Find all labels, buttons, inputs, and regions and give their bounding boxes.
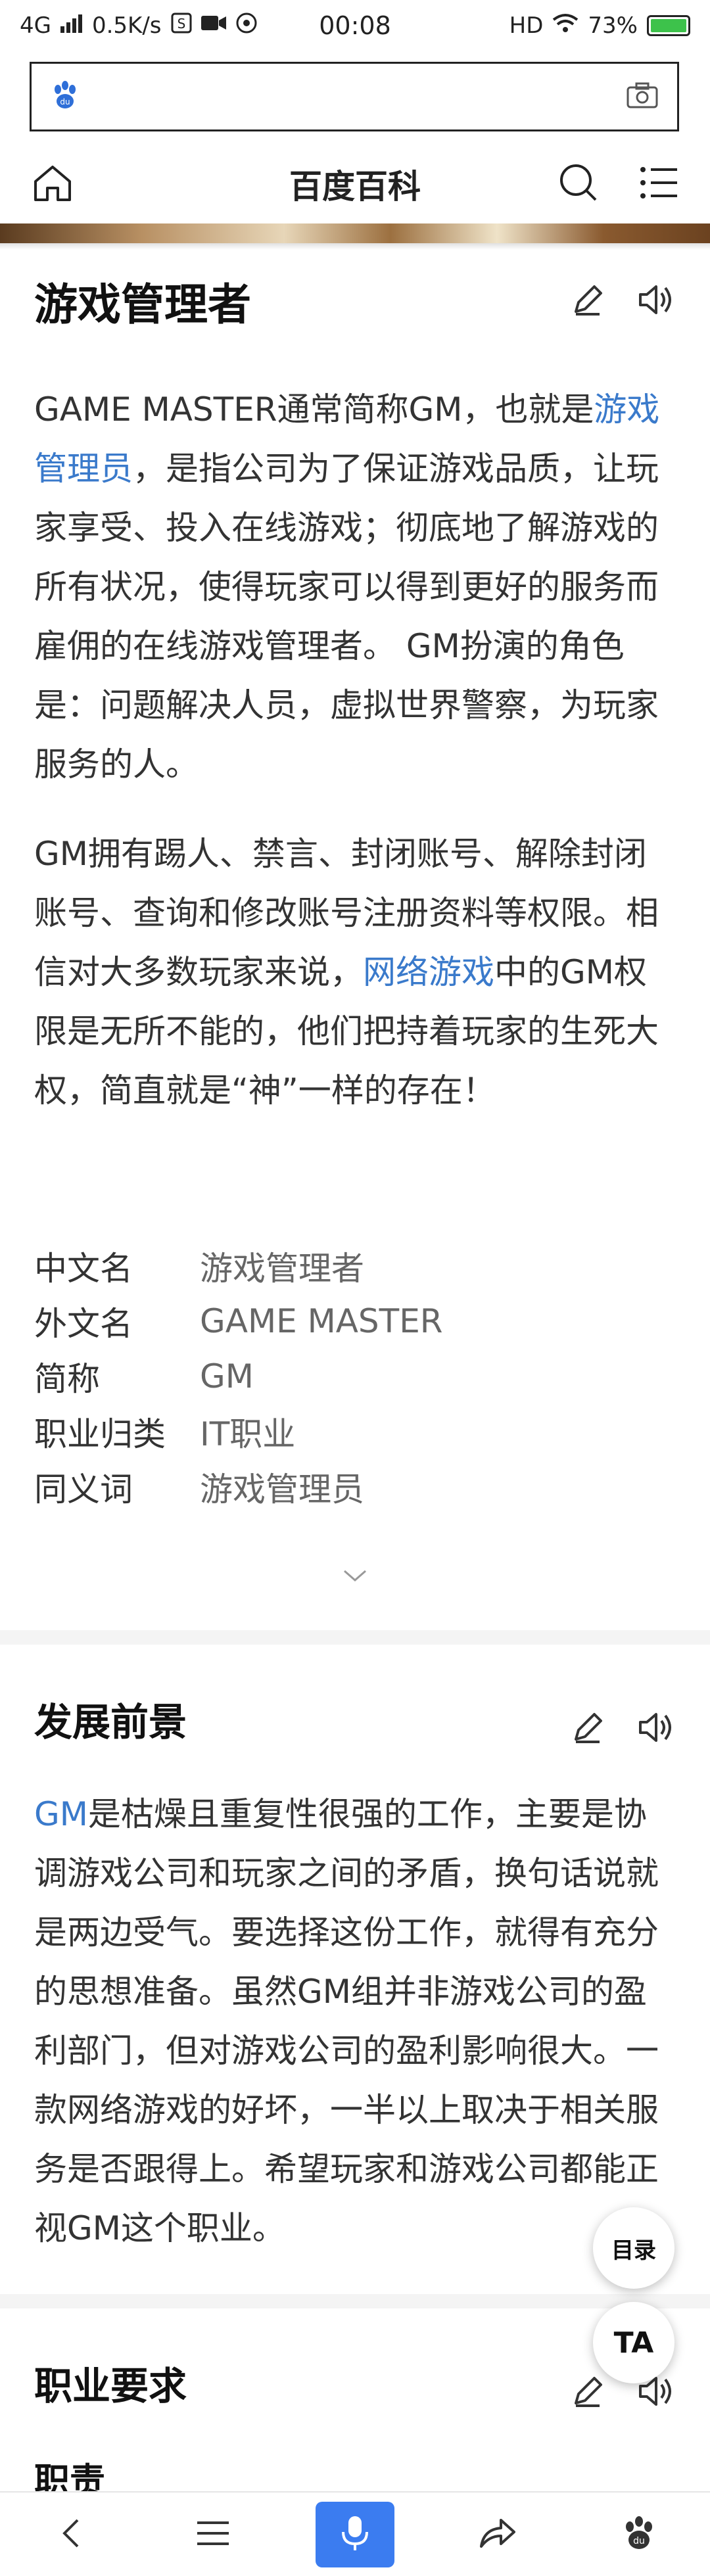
status-right: HD 73% xyxy=(509,12,690,39)
section-divider xyxy=(0,2294,710,2308)
nav-bar: 百度百科 xyxy=(0,145,710,223)
share-icon xyxy=(477,2515,517,2554)
paragraph: GAME MASTER通常简称GM，也就是游戏管理员，是指公司为了保证游戏品质，… xyxy=(34,380,676,794)
search-box[interactable]: du xyxy=(30,62,679,131)
info-row-category: 职业归类 IT职业 xyxy=(34,1404,676,1459)
info-row-chinese-name: 中文名 游戏管理者 xyxy=(34,1238,676,1294)
camera-icon[interactable] xyxy=(626,82,659,112)
home-icon[interactable] xyxy=(32,162,74,206)
section-heading-row: 职业要求 xyxy=(34,2353,676,2412)
section-title: 发展前景 xyxy=(34,1700,187,1745)
section-tools xyxy=(569,1709,676,1748)
search-input[interactable] xyxy=(93,76,613,117)
article-title: 游戏管理者 xyxy=(34,279,251,330)
info-label: 中文名 xyxy=(34,1250,133,1288)
nav-actions xyxy=(557,162,678,206)
baidu-home-button[interactable]: du xyxy=(600,2502,678,2567)
link-online-game[interactable]: 网络游戏 xyxy=(363,953,494,991)
section-prospects: 发展前景 xyxy=(0,1689,710,1748)
menu-icon[interactable] xyxy=(639,164,678,204)
link-gm[interactable]: GM xyxy=(34,1795,88,1833)
baidu-paw-icon[interactable]: du xyxy=(50,80,80,113)
battery-icon xyxy=(647,15,690,36)
hd-label: HD xyxy=(509,12,544,39)
search-icon[interactable] xyxy=(557,162,600,206)
compass-icon xyxy=(235,12,258,40)
expand-infobox-button[interactable] xyxy=(335,1564,375,1591)
back-button[interactable] xyxy=(32,2502,110,2567)
intro-paragraph-2: GM拥有踢人、禁言、封闭账号、解除封闭账号、查询和修改账号注册资料等权限。相信对… xyxy=(0,824,710,1120)
baidu-paw-icon: du xyxy=(621,2515,657,2554)
signal-icon xyxy=(60,12,83,39)
video-icon xyxy=(201,12,226,39)
battery-percent: 73% xyxy=(588,12,638,39)
banner-shadow xyxy=(0,243,710,250)
voice-search-button[interactable] xyxy=(316,2501,394,2567)
info-label: 职业归类 xyxy=(34,1415,166,1453)
edit-pencil-icon[interactable] xyxy=(569,2373,606,2412)
title-row: 游戏管理者 xyxy=(34,269,676,333)
info-value: 游戏管理者 xyxy=(200,1250,364,1288)
info-value: 游戏管理员 xyxy=(200,1470,364,1509)
status-bar: 4G 0.5K/s S 00:08 HD 73% xyxy=(0,0,710,51)
menu-button[interactable] xyxy=(174,2502,252,2567)
infobox: 中文名 游戏管理者 外文名 GAME MASTER 简称 GM 职业归类 IT职… xyxy=(0,1238,710,1514)
para-text: 是枯燥且重复性很强的工作，主要是协调游戏公司和玩家之间的矛盾，换句话说就是两边受… xyxy=(34,1795,659,2247)
info-value: GAME MASTER xyxy=(200,1302,443,1340)
toc-label: 目录 xyxy=(611,2237,656,2264)
speaker-icon[interactable] xyxy=(636,1709,676,1748)
info-row-synonym: 同义词 游戏管理员 xyxy=(34,1459,676,1514)
info-label: 同义词 xyxy=(34,1470,133,1509)
title-tools xyxy=(569,281,676,321)
toc-button[interactable]: 目录 xyxy=(593,2207,674,2289)
network-speed: 0.5K/s xyxy=(91,12,162,39)
bottom-toolbar: du xyxy=(0,2491,710,2576)
info-label: 外文名 xyxy=(34,1305,133,1343)
paragraph: GM是枯燥且重复性很强的工作，主要是协调游戏公司和玩家之间的矛盾，换句话说就是两… xyxy=(34,1785,676,2258)
status-left: 4G 0.5K/s S xyxy=(20,12,258,40)
svg-text:S: S xyxy=(177,16,185,32)
paragraph: GM拥有踢人、禁言、封闭账号、解除封闭账号、查询和修改账号注册资料等权限。相信对… xyxy=(34,824,676,1120)
font-size-label: TA xyxy=(613,2326,654,2360)
section-heading-row: 发展前景 xyxy=(34,1689,676,1748)
section-divider xyxy=(0,1630,710,1645)
share-button[interactable] xyxy=(458,2502,536,2567)
section-title: 职业要求 xyxy=(34,2364,187,2408)
svg-text:du: du xyxy=(633,2536,645,2546)
hamburger-icon xyxy=(195,2517,231,2552)
edit-pencil-icon[interactable] xyxy=(569,1709,606,1748)
network-type: 4G xyxy=(20,12,51,39)
chevron-left-icon xyxy=(58,2514,84,2556)
edit-pencil-icon[interactable] xyxy=(569,281,606,321)
info-value: GM xyxy=(200,1357,254,1395)
para-text: GAME MASTER通常简称GM，也就是 xyxy=(34,390,594,429)
info-row-foreign-name: 外文名 GAME MASTER xyxy=(34,1294,676,1349)
prospects-paragraph: GM是枯燥且重复性很强的工作，主要是协调游戏公司和玩家之间的矛盾，换句话说就是两… xyxy=(0,1785,710,2258)
intro-paragraph-1: GAME MASTER通常简称GM，也就是游戏管理员，是指公司为了保证游戏品质，… xyxy=(0,380,710,794)
info-value: IT职业 xyxy=(200,1415,296,1453)
info-label: 简称 xyxy=(34,1360,100,1398)
svg-text:du: du xyxy=(60,97,70,106)
s-app-icon: S xyxy=(171,12,192,39)
wifi-icon xyxy=(552,12,579,39)
article-header: 游戏管理者 xyxy=(0,269,710,333)
info-row-abbreviation: 简称 GM xyxy=(34,1349,676,1404)
chevron-down-icon xyxy=(335,1570,375,1591)
para-text: ，是指公司为了保证游戏品质，让玩家享受、投入在线游戏；彻底地了解游戏的所有状况，… xyxy=(34,450,659,784)
speaker-icon[interactable] xyxy=(636,281,676,321)
font-size-button[interactable]: TA xyxy=(593,2302,674,2383)
microphone-icon xyxy=(341,2514,369,2556)
banner-image xyxy=(0,223,710,243)
